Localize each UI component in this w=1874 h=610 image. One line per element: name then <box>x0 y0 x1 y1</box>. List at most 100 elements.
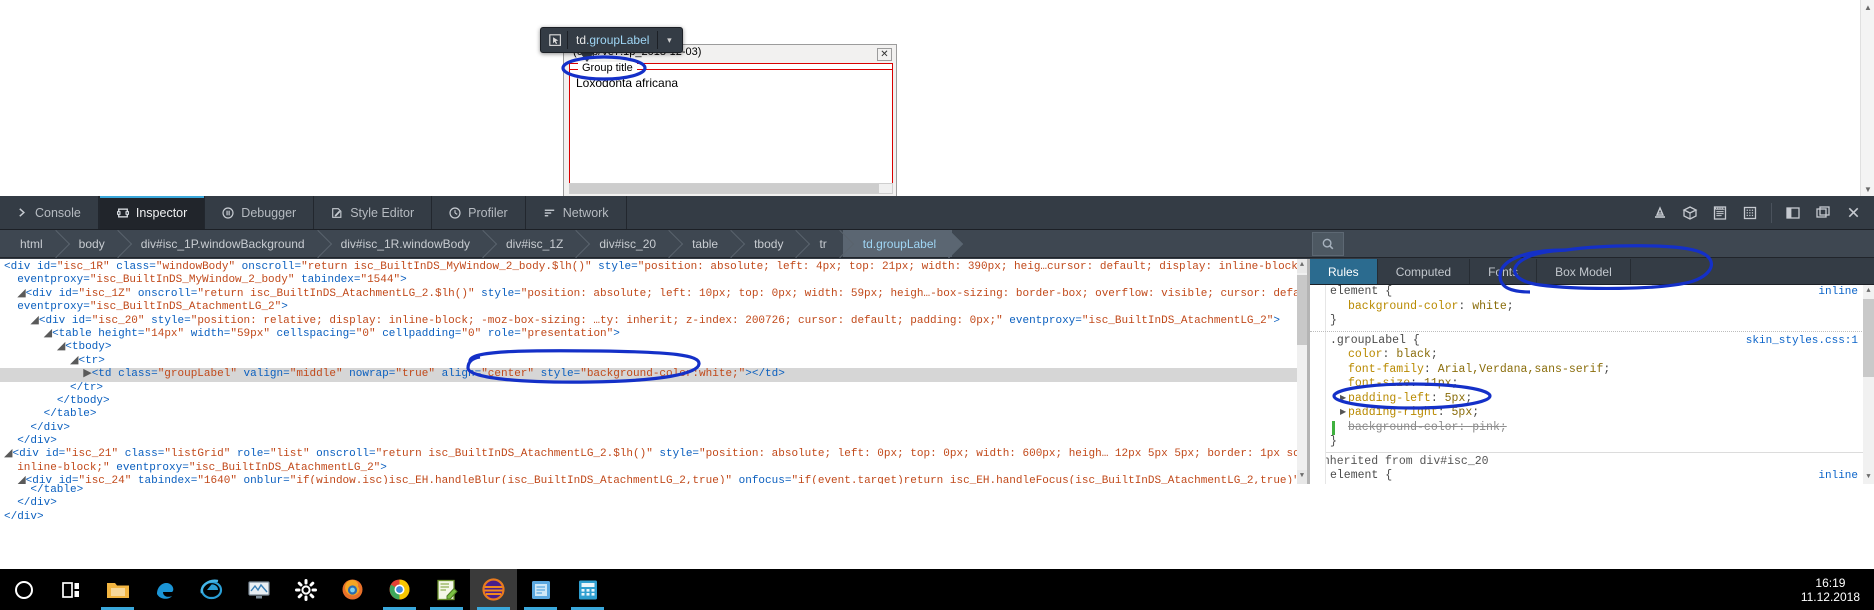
css-rule-origin[interactable]: inline <box>1818 285 1858 300</box>
markup-line[interactable]: ◢<div id="isc_24" tabindex="1640" onblur… <box>0 475 1307 484</box>
css-declaration[interactable]: font-family: Arial,Verdana,sans-serif; <box>1330 363 1864 378</box>
tab-console[interactable]: Console <box>0 196 99 229</box>
markup-line[interactable]: ◢<table height="14px" width="59px" cells… <box>0 328 1307 341</box>
breadcrumb-item-html[interactable]: html <box>0 230 59 257</box>
css-declaration[interactable]: ▶ padding-right: 5px; <box>1330 406 1864 421</box>
tab-box-model[interactable]: Box Model <box>1537 259 1631 284</box>
tab-computed[interactable]: Computed <box>1378 259 1470 284</box>
markup-line[interactable]: eventproxy="isc_BuiltInDS_AtachmentLG_2"… <box>0 301 1307 314</box>
css-selector[interactable]: element { inline <box>1330 469 1864 484</box>
internet-explorer-button[interactable] <box>188 569 235 610</box>
eyedropper-icon[interactable] <box>1645 196 1675 230</box>
edge-button[interactable] <box>141 569 188 610</box>
split-console-icon[interactable] <box>1778 196 1808 230</box>
markup-line[interactable]: ◢<div id="isc_20" style="position: relat… <box>0 315 1307 328</box>
css-property[interactable]: font-family <box>1348 363 1424 376</box>
tab-fonts[interactable]: Fonts <box>1470 259 1537 284</box>
taskbar-clock[interactable]: 16:19 11.12.2018 <box>1801 576 1860 604</box>
chevron-down-icon[interactable]: ▾ <box>658 29 680 51</box>
page-vertical-scrollbar[interactable]: ▲ ▼ <box>1860 0 1874 196</box>
markup-line[interactable]: <div id="isc_1R" class="windowBody" onsc… <box>0 261 1307 274</box>
css-value[interactable]: 5px <box>1445 392 1466 405</box>
scrollbar-thumb[interactable] <box>1297 275 1307 345</box>
scroll-up-arrow-icon[interactable]: ▲ <box>1863 285 1874 298</box>
rules-vertical-scrollbar[interactable]: ▲ ▼ <box>1863 285 1874 484</box>
css-selector[interactable]: .groupLabel { skin_styles.css:1 <box>1330 334 1864 349</box>
css-rule-origin[interactable]: inline <box>1818 469 1858 484</box>
chevron-right-icon[interactable]: ▶ <box>1340 392 1346 407</box>
breadcrumb-item-td-grouplabel[interactable]: td.groupLabel <box>843 230 952 257</box>
file-explorer-button[interactable] <box>94 569 141 610</box>
screenshot-icon[interactable] <box>1705 196 1735 230</box>
element-picker-icon[interactable] <box>543 29 567 51</box>
css-value[interactable]: Arial,Verdana,sans-serif <box>1438 363 1604 376</box>
css-value[interactable]: white <box>1472 300 1507 313</box>
list-item[interactable]: Loxodonta africana <box>576 76 678 90</box>
scroll-up-arrow-icon[interactable]: ▲ <box>1297 259 1307 273</box>
markup-line[interactable]: </table> <box>0 408 1307 421</box>
css-value[interactable]: black <box>1396 348 1431 361</box>
css-rule-origin[interactable]: skin_styles.css:1 <box>1746 334 1858 349</box>
breadcrumb-item-windowbody[interactable]: div#isc_1R.windowBody <box>321 230 486 257</box>
css-property[interactable]: padding-left <box>1348 392 1431 405</box>
css-property[interactable]: background-color <box>1348 421 1458 434</box>
css-property[interactable]: color <box>1348 348 1383 361</box>
markup-view-overflow[interactable]: </table> </div> </div> <box>0 484 1307 530</box>
chevron-right-icon[interactable]: ▶ <box>1340 406 1346 421</box>
markup-line[interactable]: </div> <box>0 435 1307 448</box>
notepad-editor-button[interactable] <box>423 569 470 610</box>
css-rule-inherited-element[interactable]: element { inline visibility: inherit; cu… <box>1310 469 1874 484</box>
css-property[interactable]: font-size <box>1348 377 1410 390</box>
css-declaration-disabled[interactable]: background-color: pink; <box>1330 421 1864 436</box>
css-declaration[interactable]: color: black; <box>1330 348 1864 363</box>
chrome-button[interactable] <box>376 569 423 610</box>
markup-line[interactable]: eventproxy="isc_BuiltInDS_MyWindow_2_bod… <box>0 274 1307 287</box>
breadcrumb-item-isc20[interactable]: div#isc_20 <box>579 230 672 257</box>
app-horizontal-scrollbar[interactable] <box>569 183 893 194</box>
firefox-devedition-button[interactable] <box>470 569 517 610</box>
scrollbar-track[interactable] <box>1861 14 1874 182</box>
markup-line-selected[interactable]: ▶<td class="groupLabel" valign="middle" … <box>0 368 1307 381</box>
task-view-button[interactable] <box>47 569 94 610</box>
markup-line[interactable]: </div> <box>0 422 1307 435</box>
css-rule-grouplabel[interactable]: .groupLabel { skin_styles.css:1 color: b… <box>1310 331 1874 450</box>
css-value[interactable]: 5px <box>1452 406 1473 419</box>
css-value[interactable]: 11px <box>1424 377 1452 390</box>
element-picker-badge[interactable]: td.groupLabel ▾ <box>540 27 683 53</box>
rules-list[interactable]: element { inline background-color: white… <box>1310 285 1874 484</box>
scroll-down-arrow-icon[interactable]: ▼ <box>1863 471 1874 484</box>
markup-line[interactable]: ◢<div id="isc_1Z" onscroll="return isc_B… <box>0 288 1307 301</box>
breadcrumb-item-isc1z[interactable]: div#isc_1Z <box>486 230 579 257</box>
css-declaration[interactable]: font-size: 11px; <box>1330 377 1864 392</box>
firefox-button[interactable] <box>329 569 376 610</box>
monitor-app-button[interactable] <box>235 569 282 610</box>
css-value[interactable]: inherit <box>1431 484 1479 485</box>
sticky-notes-button[interactable] <box>517 569 564 610</box>
markup-line[interactable]: ◢<tr> <box>0 355 1307 368</box>
breadcrumb-item-windowbackground[interactable]: div#isc_1P.windowBackground <box>121 230 321 257</box>
scroll-down-arrow-icon[interactable]: ▼ <box>1297 470 1307 484</box>
responsive-design-icon[interactable] <box>1675 196 1705 230</box>
markup-vertical-scrollbar[interactable]: ▲ ▼ <box>1297 259 1307 484</box>
markup-line[interactable]: inline-block;" eventproxy="isc_BuiltInDS… <box>0 462 1307 475</box>
start-cortana-button[interactable] <box>0 569 47 610</box>
markup-line[interactable]: </tr> <box>0 382 1307 395</box>
close-icon[interactable]: ✕ <box>877 48 892 61</box>
settings-button[interactable] <box>282 569 329 610</box>
tab-inspector[interactable]: Inspector <box>99 196 205 229</box>
css-selector[interactable]: element { inline <box>1330 285 1864 300</box>
close-devtools-icon[interactable] <box>1838 196 1868 230</box>
tab-rules[interactable]: Rules <box>1310 259 1378 284</box>
tab-style-editor[interactable]: Style Editor <box>314 196 432 229</box>
css-property[interactable]: background-color <box>1348 300 1458 313</box>
tab-debugger[interactable]: Debugger <box>205 196 314 229</box>
markup-line[interactable]: ◢<div id="isc_21" class="listGrid" role=… <box>0 448 1307 461</box>
css-declaration[interactable]: ▶ padding-left: 5px; <box>1330 392 1864 407</box>
tab-profiler[interactable]: Profiler <box>432 196 526 229</box>
markup-line[interactable]: </tbody> <box>0 395 1307 408</box>
markup-line[interactable]: </table> <box>0 484 1307 497</box>
scrollbar-thumb[interactable] <box>1863 299 1874 377</box>
css-property[interactable]: padding-right <box>1348 406 1438 419</box>
css-declaration[interactable]: background-color: white; <box>1330 300 1864 315</box>
dock-to-side-icon[interactable] <box>1808 196 1838 230</box>
